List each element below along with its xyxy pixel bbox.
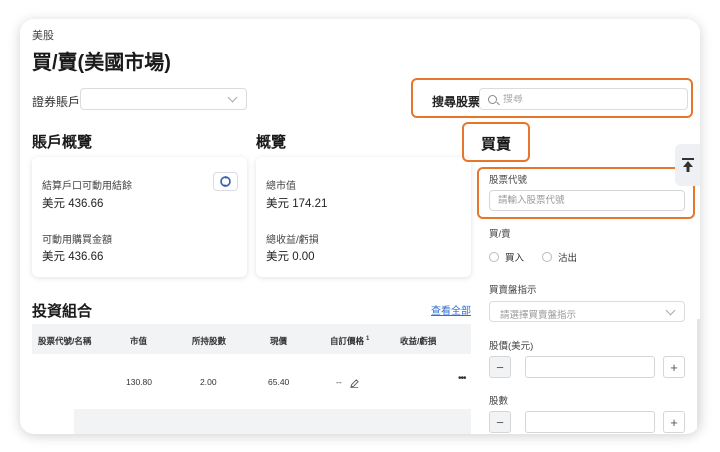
col-price: 現價 (270, 336, 288, 346)
row-custom-price: -- (336, 377, 342, 387)
edit-icon[interactable] (350, 375, 359, 393)
arrow-up-icon (681, 158, 694, 172)
qty-minus-button[interactable]: − (489, 411, 511, 433)
qty-label: 股數 (489, 396, 509, 407)
app-window: 美股 買/賣(美國市場) 證券賬戶 搜尋股票 賬戶概覽 結算戶口可動用結餘 美元… (20, 19, 700, 434)
chevron-down-icon (665, 305, 676, 316)
buy-label: 買入 (505, 253, 525, 264)
scroll-to-top-button[interactable] (675, 144, 700, 186)
price-plus-button[interactable]: + (663, 356, 685, 378)
table-row[interactable] (32, 409, 471, 434)
sell-radio[interactable]: 沽出 (542, 250, 577, 264)
row-price: 65.40 (268, 377, 290, 387)
search-label: 搜尋股票 (432, 95, 481, 109)
col-custom-price-label: 自訂價格 (330, 336, 365, 346)
pnl-value: 美元 0.00 (266, 251, 315, 263)
symbol-input[interactable] (489, 190, 685, 211)
trade-heading: 買賣 (481, 136, 512, 153)
col-market-value: 市值 (130, 336, 148, 346)
table-cell (32, 409, 74, 434)
account-overview-heading: 賬戶概覽 (32, 134, 93, 151)
more-dots-icon[interactable]: ••• (458, 373, 466, 384)
buying-power-value: 美元 436.66 (42, 251, 104, 263)
settled-balance-value: 美元 436.66 (42, 198, 104, 210)
search-icon (488, 94, 497, 104)
sell-label: 沽出 (558, 253, 578, 264)
radio-circle-icon (489, 252, 499, 262)
table-header: 股票代號/名稱 市值 所持股數 現價 自訂價格 1 收益/虧損 (32, 324, 471, 354)
col-custom-price: 自訂價格 1 (330, 335, 369, 347)
search-input[interactable] (503, 93, 673, 105)
refresh-button[interactable] (213, 172, 238, 191)
search-input-wrapper[interactable] (479, 88, 688, 110)
portfolio-heading: 投資組合 (32, 303, 93, 320)
radio-circle-icon (542, 252, 552, 262)
row-market-value: 130.80 (126, 377, 152, 387)
table-row[interactable] (32, 354, 471, 409)
order-type-label: 買賣盤指示 (489, 285, 537, 296)
settled-balance-label: 結算戶口可動用結餘 (42, 181, 132, 192)
market-value: 美元 174.21 (266, 198, 328, 210)
account-label: 證券賬戶 (32, 95, 81, 109)
col-shares: 所持股數 (192, 336, 227, 346)
qty-input[interactable] (525, 411, 655, 433)
chevron-down-icon (227, 92, 238, 103)
refresh-icon (220, 175, 231, 188)
overview-heading: 概覽 (256, 134, 287, 151)
vertical-scrollbar[interactable] (697, 319, 700, 429)
buying-power-label: 可動用購買金額 (42, 235, 112, 246)
price-minus-button[interactable]: − (489, 356, 511, 378)
buy-radio[interactable]: 買入 (489, 250, 524, 264)
col-custom-price-sup: 1 (366, 336, 370, 343)
order-type-select[interactable]: 請選擇買賣盤指示 (489, 301, 685, 322)
price-label: 股價(美元) (489, 341, 534, 352)
view-all-link[interactable]: 查看全部 (431, 302, 471, 317)
breadcrumb[interactable]: 美股 (32, 27, 54, 43)
qty-plus-button[interactable]: + (663, 411, 685, 433)
side-label: 買/賣 (489, 229, 511, 240)
market-value-label: 總市值 (266, 181, 296, 192)
account-select[interactable] (80, 88, 247, 110)
page-title: 買/賣(美國市場) (32, 52, 171, 74)
symbol-label: 股票代號 (489, 175, 528, 186)
col-symbol: 股票代號/名稱 (38, 336, 92, 346)
order-type-placeholder: 請選擇買賣盤指示 (500, 310, 577, 321)
col-pnl: 收益/虧損 (400, 336, 437, 346)
price-input[interactable] (525, 356, 655, 378)
row-shares: 2.00 (200, 377, 217, 387)
pnl-label: 總收益/虧損 (266, 235, 319, 246)
